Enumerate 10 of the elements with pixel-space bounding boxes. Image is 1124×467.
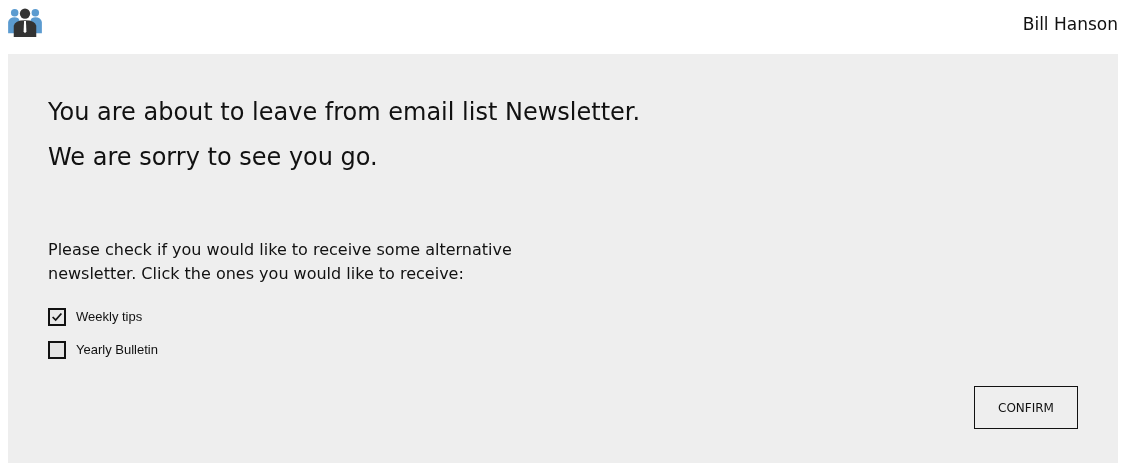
- option-label[interactable]: Yearly Bulletin: [76, 342, 158, 357]
- checkbox[interactable]: [48, 307, 66, 326]
- option-label[interactable]: Weekly tips: [76, 309, 143, 324]
- user-name: Bill Hanson: [1022, 14, 1118, 34]
- instruction-text: Please check if you would like to receive some alternative newsletter. Click the ones you would like to receive:: [48, 239, 513, 285]
- people-icon: [8, 7, 42, 37]
- confirm-button[interactable]: CONFIRM: [974, 386, 1078, 429]
- message-line: You are about to leave from email list Newsletter.: [48, 97, 642, 128]
- checkbox[interactable]: [48, 340, 66, 359]
- message-line: We are sorry to see you go.: [48, 142, 379, 173]
